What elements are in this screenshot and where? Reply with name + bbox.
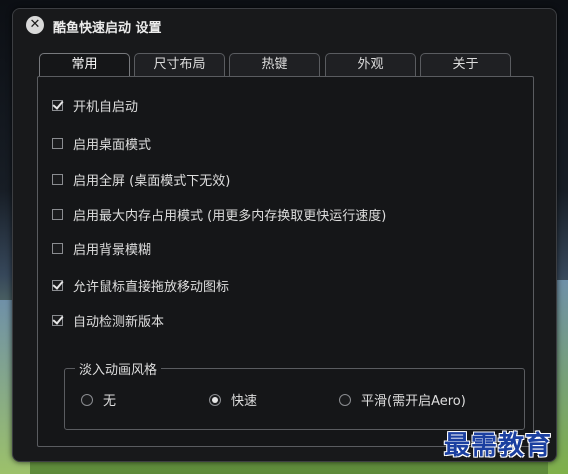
option-autostart[interactable]: 开机自启动 [52,95,138,115]
checkbox-check-updates[interactable] [52,314,63,326]
radio-smooth[interactable]: 平滑(需开启Aero) [339,390,466,409]
radio-button-fast[interactable] [209,393,221,406]
option-drag-icons[interactable]: 允许鼠标直接拖放移动图标 [52,275,229,295]
option-label: 开机自启动 [73,99,139,115]
tab-appearance[interactable]: 外观 [325,53,416,76]
option-background-blur[interactable]: 启用背景模糊 [52,238,151,258]
tab-about[interactable]: 关于 [420,53,511,76]
radio-none[interactable]: 无 [81,390,116,409]
checkbox-drag-icons[interactable] [52,279,63,291]
window-title: 酷鱼快速启动 设置 [53,21,162,36]
checkbox-fullscreen[interactable] [52,173,63,185]
tab-general[interactable]: 常用 [39,53,130,78]
checkbox-background-blur[interactable] [52,242,63,254]
tab-hotkeys[interactable]: 热键 [229,53,320,76]
radio-label: 无 [103,394,117,409]
checkbox-autostart[interactable] [52,99,63,111]
tab-size-layout[interactable]: 尺寸布局 [134,53,225,76]
watermark-logo: 最需教育 [444,431,553,461]
checkbox-desktop-mode[interactable] [52,137,63,149]
general-panel: 开机自启动 启用桌面模式 启用全屏 (桌面模式下无效) 启用最大内存占用模式 (… [37,76,534,447]
close-icon[interactable]: ✕ [26,16,44,34]
radio-fast[interactable]: 快速 [209,390,257,409]
radio-label: 快速 [231,394,258,409]
settings-window: ✕ 酷鱼快速启动 设置 常用 尺寸布局 热键 外观 关于 开机自启动 启用桌面模… [12,8,557,462]
group-title: 淡入动画风格 [75,359,162,378]
option-max-memory[interactable]: 启用最大内存占用模式 (用更多内存换取更快运行速度) [52,204,386,224]
radio-label: 平滑(需开启Aero) [361,394,466,409]
radio-button-none[interactable] [81,393,93,406]
fade-animation-group: 淡入动画风格 无 快速 平滑(需开启Aero) [64,359,525,430]
option-label: 启用最大内存占用模式 (用更多内存换取更快运行速度) [73,208,387,224]
checkbox-max-memory[interactable] [52,208,63,220]
option-label: 自动检测新版本 [73,314,165,330]
option-label: 启用背景模糊 [73,242,152,258]
option-label: 允许鼠标直接拖放移动图标 [73,279,230,295]
option-fullscreen[interactable]: 启用全屏 (桌面模式下无效) [52,169,230,189]
option-desktop-mode[interactable]: 启用桌面模式 [52,133,151,153]
radio-button-smooth[interactable] [339,393,351,406]
option-label: 启用全屏 (桌面模式下无效) [73,173,231,189]
option-label: 启用桌面模式 [73,137,152,153]
option-check-updates[interactable]: 自动检测新版本 [52,310,164,330]
